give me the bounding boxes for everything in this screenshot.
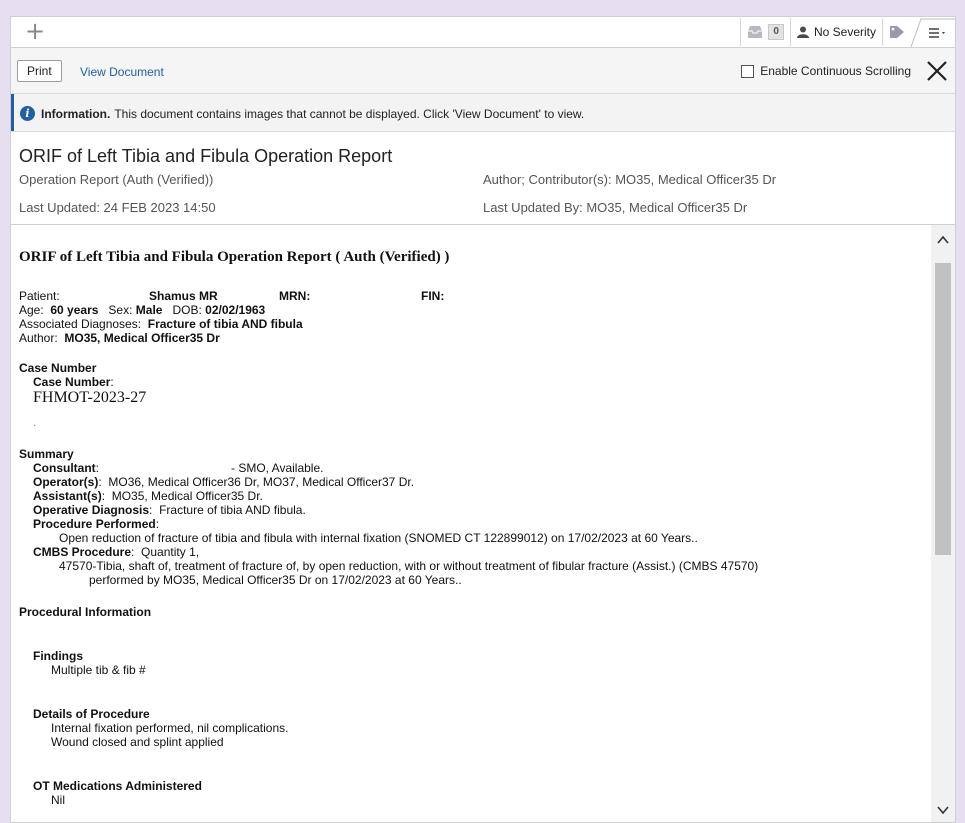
demographics-line: Age: 60 years Sex: Male DOB: 02/02/1963	[19, 303, 265, 317]
document-author: Author; Contributor(s): MO35, Medical Of…	[483, 172, 777, 187]
case-number-value: FHMOT-2023-27	[33, 389, 147, 406]
last-updated-by: Last Updated By: MO35, Medical Officer35…	[483, 200, 748, 215]
information-message: Information. This document contains image…	[41, 107, 584, 121]
sex-value: Male	[135, 303, 163, 317]
inbox-icon	[748, 26, 763, 38]
continuous-scrolling-checkbox[interactable]	[741, 64, 755, 78]
age-value: 60 years	[50, 303, 99, 317]
fin-label: FIN:	[421, 289, 445, 303]
case-number-line: Case Number:	[33, 375, 114, 389]
assistants-line: Assistant(s): MO35, Medical Officer35 Dr…	[33, 489, 263, 503]
medications-heading: OT Medications Administered	[33, 779, 202, 793]
details-line-1: Internal fixation performed, nil complic…	[51, 721, 289, 735]
close-icon[interactable]	[925, 59, 949, 83]
dob-value: 02/02/1963	[205, 303, 266, 317]
operative-diagnosis-line: Operative Diagnosis: Fracture of tibia A…	[33, 503, 306, 517]
procedure-line: Procedure Performed:	[33, 517, 160, 531]
medications-value: Nil	[51, 793, 65, 807]
cmbs-performed-by: performed by MO35, Medical Officer35 Dr …	[89, 573, 462, 587]
sex-label: Sex:	[108, 303, 133, 317]
operators-value: MO36, Medical Officer36 Dr, MO37, Medica…	[108, 475, 415, 489]
person-icon	[796, 26, 809, 38]
operative-diagnosis-label: Operative Diagnosis	[33, 503, 150, 517]
continuous-scrolling-toggle[interactable]: Enable Continuous Scrolling	[741, 64, 911, 78]
details-heading: Details of Procedure	[33, 707, 150, 721]
document-menu-tab[interactable]	[911, 17, 955, 47]
tab-bar: + 0 No Severity	[11, 17, 955, 48]
severity-label: No Severity	[813, 25, 876, 39]
assistants-value: MO35, Medical Officer35 Dr.	[111, 489, 263, 503]
cmbs-detail: 47570-Tibia, shaft of, treatment of frac…	[59, 559, 759, 573]
author-line: Author: MO35, Medical Officer35 Dr	[19, 331, 220, 345]
last-updated: Last Updated: 24 FEB 2023 14:50	[19, 200, 216, 215]
author-value: MO35, Medical Officer35 Dr	[64, 331, 220, 345]
information-banner: i Information. This document contains ima…	[11, 94, 955, 132]
inbox-control[interactable]: 0	[740, 18, 790, 46]
consultant-value: - SMO, Available.	[231, 461, 324, 475]
add-tab-plus-icon[interactable]: +	[25, 19, 45, 43]
inbox-count: 0	[768, 24, 784, 40]
document-type: Operation Report (Auth (Verified))	[19, 172, 214, 187]
procedure-label: Procedure Performed	[33, 517, 156, 531]
patient-label: Patient:	[19, 289, 60, 303]
procedure-value: Open reduction of fracture of tibia and …	[59, 531, 698, 545]
print-button[interactable]: Print	[17, 60, 62, 82]
case-dot: .	[33, 415, 37, 429]
operators-label: Operator(s)	[33, 475, 99, 489]
case-number-label: Case Number	[33, 375, 111, 389]
diagnoses-value: Fracture of tibia AND fibula	[147, 317, 303, 331]
author-label: Author:	[19, 331, 58, 345]
age-label: Age:	[19, 303, 44, 317]
scroll-down-chevron-icon[interactable]	[937, 804, 949, 816]
info-icon: i	[20, 106, 35, 121]
operative-diagnosis-value: Fracture of tibia AND fibula.	[159, 503, 306, 517]
diagnoses-line: Associated Diagnoses: Fracture of tibia …	[19, 317, 303, 331]
cmbs-label: CMBS Procedure	[33, 545, 132, 559]
case-number-heading: Case Number	[19, 361, 97, 375]
findings-heading: Findings	[33, 649, 83, 663]
mrn-label: MRN:	[279, 289, 311, 303]
scroll-up-chevron-icon[interactable]	[937, 234, 949, 246]
document-title: ORIF of Left Tibia and Fibula Operation …	[19, 146, 393, 166]
tab-bar-controls: 0 No Severity	[740, 17, 955, 47]
document-header: ORIF of Left Tibia and Fibula Operation …	[11, 132, 955, 225]
patient-name: Shamus MR	[149, 289, 218, 303]
continuous-scrolling-label: Enable Continuous Scrolling	[760, 64, 911, 78]
scrollbar-thumb[interactable]	[935, 263, 951, 555]
menu-icon	[911, 18, 955, 47]
consultant-line: Consultant:	[33, 461, 100, 475]
document-toolbar: Print View Document Enable Continuous Sc…	[11, 48, 955, 94]
dob-label: DOB:	[172, 303, 202, 317]
tag-control[interactable]	[882, 18, 911, 46]
procedural-info-heading: Procedural Information	[19, 605, 152, 619]
view-document-link[interactable]: View Document	[80, 65, 164, 79]
cmbs-value: Quantity 1,	[141, 545, 200, 559]
diagnoses-label: Associated Diagnoses:	[19, 317, 142, 331]
summary-heading: Summary	[19, 447, 74, 461]
consultant-label: Consultant	[33, 461, 96, 475]
severity-control[interactable]: No Severity	[789, 18, 882, 46]
cmbs-line: CMBS Procedure: Quantity 1,	[33, 545, 200, 559]
details-line-2: Wound closed and splint applied	[51, 735, 224, 749]
document-viewer: + 0 No Severity Print View Document Enab…	[10, 16, 956, 823]
banner-accent	[11, 94, 14, 131]
operators-line: Operator(s): MO36, Medical Officer36 Dr,…	[33, 475, 415, 489]
information-title: Information.	[41, 107, 111, 121]
document-content: ORIF of Left Tibia and Fibula Operation …	[11, 225, 933, 822]
assistants-label: Assistant(s)	[33, 489, 102, 503]
findings-value: Multiple tib & fib #	[51, 663, 146, 677]
tag-icon	[890, 26, 904, 38]
report-title: ORIF of Left Tibia and Fibula Operation …	[19, 249, 450, 265]
vertical-scrollbar[interactable]	[931, 225, 955, 822]
information-body: This document contains images that canno…	[114, 107, 585, 121]
